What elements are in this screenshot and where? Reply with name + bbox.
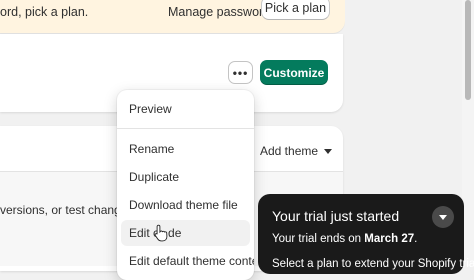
hand-pointer-cursor-icon [154,224,168,242]
trial-end-prefix: Your trial ends on [272,233,365,245]
trial-end-date: March 27 [364,233,415,245]
menu-item-edit-default-theme-content[interactable]: Edit default theme content [121,248,254,274]
trial-title: Your trial just started [272,208,400,224]
more-actions-button[interactable]: ••• [228,61,253,84]
menu-item-rename[interactable]: Rename [121,136,250,162]
edit-code-label-end: de [168,226,182,240]
add-theme-label: Add theme [260,144,319,158]
theme-actions-menu: Preview Rename Duplicate Download theme … [117,90,254,280]
menu-item-duplicate[interactable]: Duplicate [121,164,250,190]
menu-separator [117,128,254,129]
menu-item-preview[interactable]: Preview [121,96,250,122]
scrollbar-thumb[interactable] [465,0,471,100]
trial-next-line: Select a plan to extend your Shopify tri… [272,258,474,270]
trial-end-text: Your trial ends on March 27. [272,233,417,245]
menu-item-edit-code[interactable]: Edit c de [121,220,250,246]
trial-popover: Your trial just started Your trial ends … [258,194,474,274]
menu-item-download-theme-file[interactable]: Download theme file [121,192,250,218]
collapse-button[interactable] [432,206,454,228]
caret-down-icon [324,148,333,154]
customize-button[interactable]: Customize [260,60,328,85]
pick-a-plan-button[interactable]: Pick a plan [261,0,330,20]
manage-password-link[interactable]: Manage password [168,5,270,19]
chevron-down-icon [439,214,447,220]
add-theme-button[interactable]: Add theme [260,144,333,158]
ellipsis-icon: ••• [232,65,249,80]
trial-banner: ord, pick a plan. Manage password Pick a… [0,0,345,33]
banner-text: ord, pick a plan. [0,5,89,19]
trial-end-suffix: . [414,233,418,245]
